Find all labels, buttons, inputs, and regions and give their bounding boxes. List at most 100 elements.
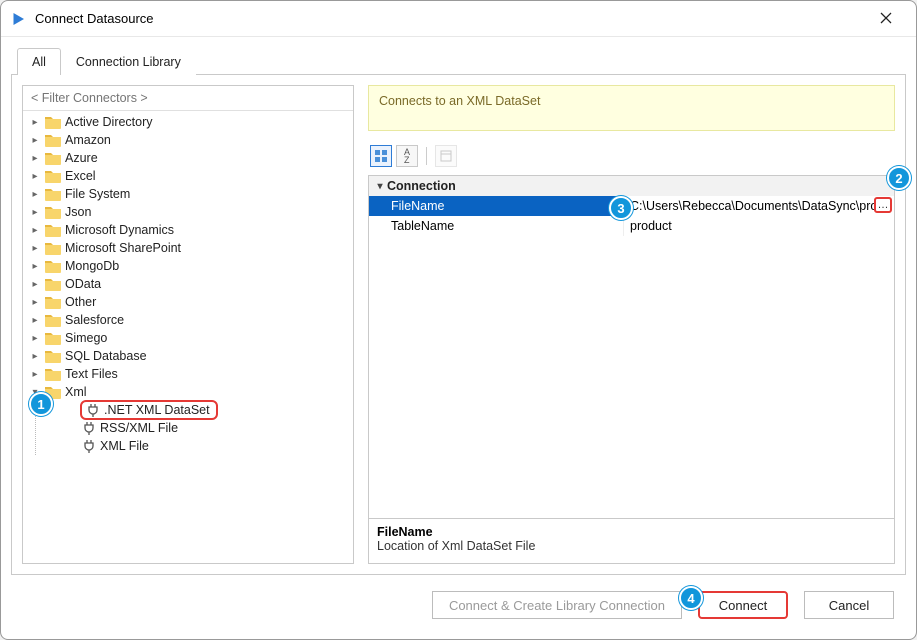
dialog-body: All Connection Library ▸ Active Director… — [1, 37, 916, 639]
toolbar-separator — [426, 147, 427, 165]
tree-label: Salesforce — [65, 313, 124, 327]
tree-folder[interactable]: ▸ Json — [23, 203, 353, 221]
tree-label: RSS/XML File — [100, 421, 178, 435]
connector-icon — [86, 403, 100, 417]
tabpanel-all: ▸ Active Directory ▸ Amazon ▸ Azure — [11, 74, 906, 575]
folder-icon — [45, 241, 61, 255]
chevron-right-icon[interactable]: ▸ — [29, 206, 41, 218]
tree-folder[interactable]: ▸ Other — [23, 293, 353, 311]
tree-folder[interactable]: ▸ MongoDb — [23, 257, 353, 275]
filter-connectors-input[interactable] — [23, 86, 353, 111]
chevron-right-icon[interactable]: ▸ — [29, 134, 41, 146]
tree-folder[interactable]: ▸ Text Files — [23, 365, 353, 383]
folder-icon — [45, 205, 61, 219]
tree-leaf-xml-file[interactable]: ▸ XML File — [44, 437, 353, 455]
tabs: All Connection Library — [11, 47, 906, 74]
property-row-filename[interactable]: FileName C:\Users\Rebecca\Documents\Data… — [369, 196, 894, 216]
tree-label: Azure — [65, 151, 98, 165]
tree-folder-xml[interactable]: ▾ Xml — [23, 383, 353, 401]
chevron-right-icon[interactable]: ▸ — [29, 350, 41, 362]
folder-icon — [45, 115, 61, 129]
tab-all[interactable]: All — [17, 48, 61, 75]
tree-folder[interactable]: ▸ Active Directory — [23, 113, 353, 131]
tree-label: Simego — [65, 331, 107, 345]
tree-label: .NET XML DataSet — [104, 403, 210, 417]
folder-icon — [45, 187, 61, 201]
browse-button[interactable]: … — [874, 197, 892, 213]
cancel-button[interactable]: Cancel — [804, 591, 894, 619]
property-value-filename[interactable]: C:\Users\Rebecca\Documents\DataSync\pro … — [624, 196, 894, 216]
chevron-right-icon[interactable]: ▸ — [29, 296, 41, 308]
tree-folder[interactable]: ▸ Salesforce — [23, 311, 353, 329]
chevron-right-icon[interactable]: ▸ — [29, 368, 41, 380]
connector-tree-pane: ▸ Active Directory ▸ Amazon ▸ Azure — [22, 85, 354, 564]
chevron-right-icon[interactable]: ▸ — [29, 170, 41, 182]
tree-folder[interactable]: ▸ OData — [23, 275, 353, 293]
folder-icon — [45, 133, 61, 147]
chevron-right-icon[interactable]: ▸ — [29, 116, 41, 128]
folder-icon — [45, 385, 61, 399]
alphabetical-button[interactable]: AZ — [396, 145, 418, 167]
connect-create-library-button[interactable]: Connect & Create Library Connection — [432, 591, 682, 619]
tree-label: Amazon — [65, 133, 111, 147]
value-text: product — [630, 219, 672, 233]
chevron-right-icon[interactable]: ▸ — [29, 332, 41, 344]
property-value-tablename[interactable]: product — [624, 216, 894, 236]
tree-label: Json — [65, 205, 91, 219]
tree-label: Xml — [65, 385, 87, 399]
tree-label: Text Files — [65, 367, 118, 381]
value-text: C:\Users\Rebecca\Documents\DataSync\pro — [630, 199, 877, 213]
tree-leaf-net-xml-dataset[interactable]: ▸ .NET XML DataSet — [44, 401, 353, 419]
chevron-right-icon[interactable]: ▸ — [29, 152, 41, 164]
connector-description: Connects to an XML DataSet — [368, 85, 895, 131]
tree-folder[interactable]: ▸ File System — [23, 185, 353, 203]
folder-icon — [45, 313, 61, 327]
chevron-right-icon[interactable]: ▸ — [29, 278, 41, 290]
property-help: FileName Location of Xml DataSet File — [369, 518, 894, 563]
tree-folder[interactable]: ▸ Amazon — [23, 131, 353, 149]
connect-button[interactable]: Connect — [698, 591, 788, 619]
connector-icon — [82, 421, 96, 435]
tree-label: OData — [65, 277, 101, 291]
folder-icon — [45, 277, 61, 291]
help-title: FileName — [377, 525, 886, 539]
chevron-right-icon[interactable]: ▸ — [29, 188, 41, 200]
propertygrid-toolbar: AZ — [368, 145, 895, 167]
chevron-down-icon[interactable]: ▾ — [373, 181, 387, 192]
property-name: TableName — [369, 216, 624, 236]
connector-tree[interactable]: ▸ Active Directory ▸ Amazon ▸ Azure — [23, 111, 353, 563]
chevron-right-icon[interactable]: ▸ — [29, 314, 41, 326]
dialog-buttons: Connect & Create Library Connection Conn… — [11, 575, 906, 629]
chevron-right-icon[interactable]: ▸ — [29, 242, 41, 254]
help-description: Location of Xml DataSet File — [377, 539, 886, 553]
dialog-window: Connect Datasource All Connection Librar… — [0, 0, 917, 640]
tree-folder[interactable]: ▸ Simego — [23, 329, 353, 347]
tree-label: Active Directory — [65, 115, 153, 129]
window-close-button[interactable] — [864, 1, 908, 37]
folder-icon — [45, 259, 61, 273]
chevron-right-icon[interactable]: ▸ — [29, 224, 41, 236]
categorized-button[interactable] — [370, 145, 392, 167]
tree-label: Other — [65, 295, 96, 309]
property-category[interactable]: ▾ Connection — [369, 176, 894, 196]
chevron-down-icon[interactable]: ▾ — [29, 386, 41, 398]
property-name: FileName — [369, 196, 624, 216]
connector-detail-pane: Connects to an XML DataSet AZ — [368, 85, 895, 564]
tree-folder[interactable]: ▸ Excel — [23, 167, 353, 185]
tree-folder[interactable]: ▸ Azure — [23, 149, 353, 167]
folder-icon — [45, 169, 61, 183]
tree-leaf-rss-xml-file[interactable]: ▸ RSS/XML File — [44, 419, 353, 437]
folder-icon — [45, 331, 61, 345]
property-row-tablename[interactable]: TableName product — [369, 216, 894, 236]
tree-label: XML File — [100, 439, 149, 453]
tree-folder[interactable]: ▸ Microsoft SharePoint — [23, 239, 353, 257]
tree-label: Excel — [65, 169, 96, 183]
tree-label: MongoDb — [65, 259, 119, 273]
tree-folder[interactable]: ▸ SQL Database — [23, 347, 353, 365]
chevron-right-icon[interactable]: ▸ — [29, 260, 41, 272]
folder-icon — [45, 367, 61, 381]
sort-az-icon: AZ — [404, 148, 410, 164]
close-icon — [880, 11, 892, 27]
tree-folder[interactable]: ▸ Microsoft Dynamics — [23, 221, 353, 239]
tab-connection-library[interactable]: Connection Library — [61, 48, 196, 75]
